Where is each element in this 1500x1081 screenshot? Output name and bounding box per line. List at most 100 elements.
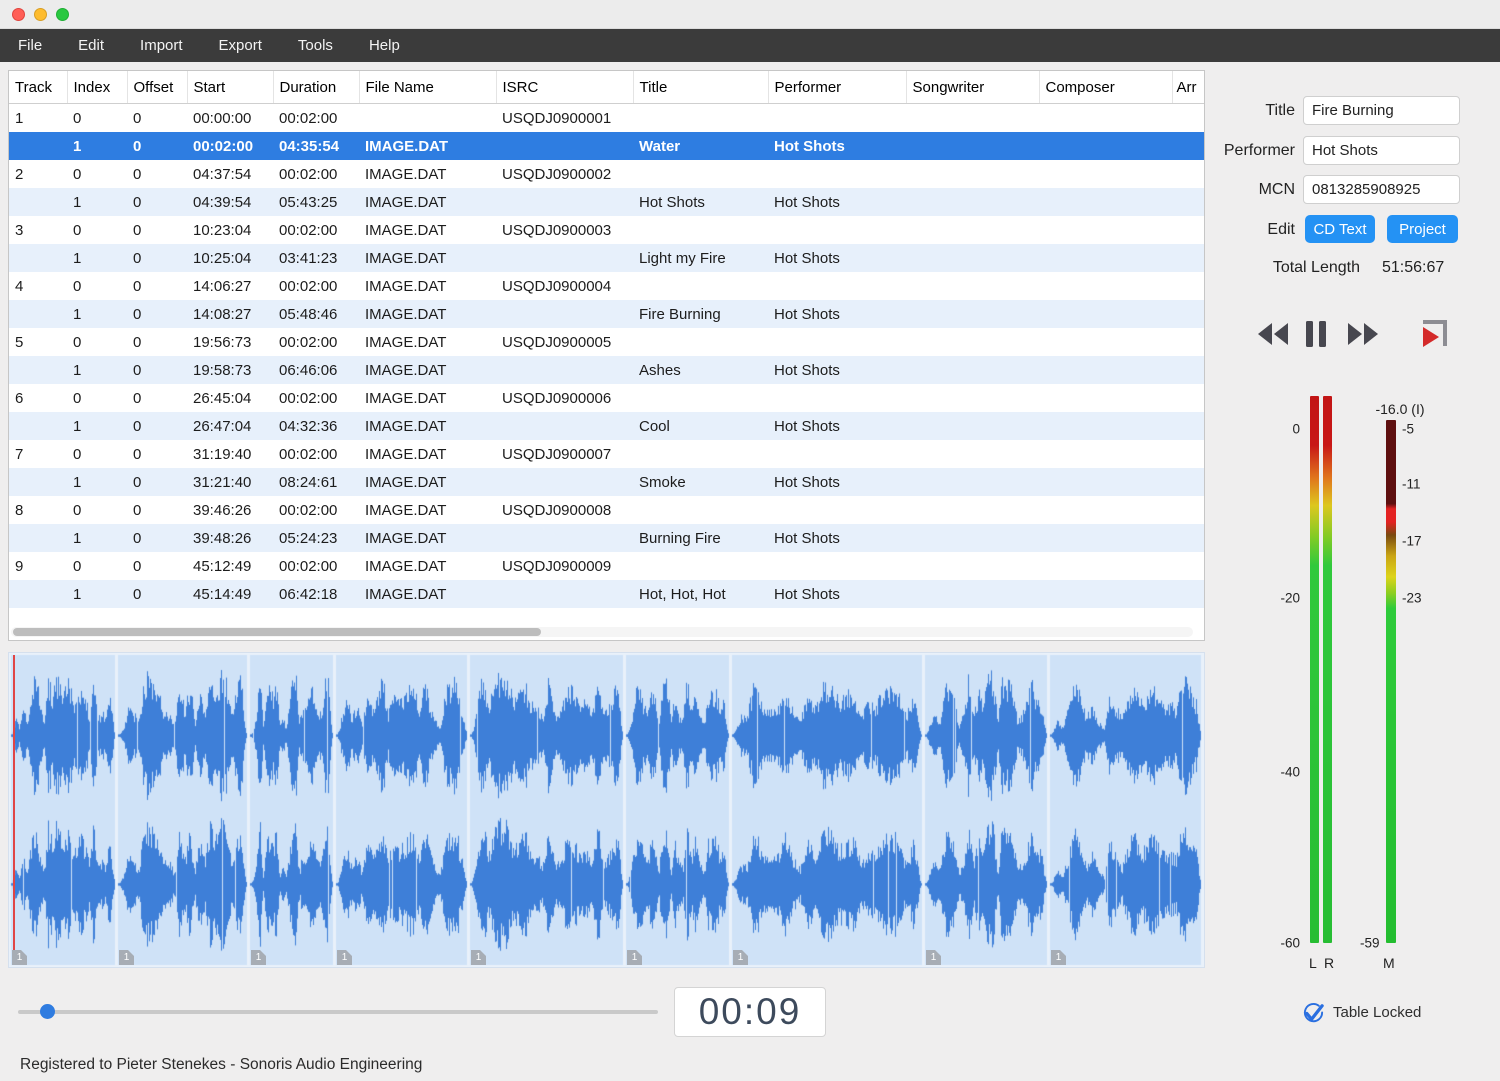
menu-edit[interactable]: Edit (60, 29, 122, 62)
table-locked-control[interactable]: Table Locked (1302, 999, 1421, 1025)
cell-index: 1 (67, 132, 127, 160)
waveform-panel[interactable]: 111111111 (8, 652, 1205, 968)
cell-start: 45:12:49 (187, 552, 273, 580)
table-row[interactable]: 1004:39:5405:43:25IMAGE.DATHot ShotsHot … (9, 188, 1205, 216)
cell-offset: 0 (127, 188, 187, 216)
table-row[interactable]: 1019:58:7306:46:06IMAGE.DATAshesHot Shot… (9, 356, 1205, 384)
table-row[interactable]: 1000:02:0004:35:54IMAGE.DATWaterHot Shot… (9, 132, 1205, 160)
table-hscrollbar[interactable] (11, 627, 1193, 637)
cell-offset: 0 (127, 132, 187, 160)
pause-button[interactable] (1304, 318, 1330, 352)
cell-offset: 0 (127, 328, 187, 356)
minimize-button[interactable] (34, 8, 47, 21)
table-row[interactable]: 1039:48:2605:24:23IMAGE.DATBurning FireH… (9, 524, 1205, 552)
cell-file-name: IMAGE.DAT (359, 328, 496, 356)
table-row[interactable]: 1014:08:2705:48:46IMAGE.DATFire BurningH… (9, 300, 1205, 328)
cell-file-name: IMAGE.DAT (359, 524, 496, 552)
performer-input[interactable] (1303, 136, 1460, 165)
close-button[interactable] (12, 8, 25, 21)
cell-offset: 0 (127, 104, 187, 133)
cell-composer (1039, 524, 1172, 552)
title-input[interactable] (1303, 96, 1460, 125)
track-table: TrackIndexOffsetStartDurationFile NameIS… (8, 70, 1205, 641)
table-row[interactable]: 1031:21:4008:24:61IMAGE.DATSmokeHot Shot… (9, 468, 1205, 496)
menu-help[interactable]: Help (351, 29, 418, 62)
menu-tools[interactable]: Tools (280, 29, 351, 62)
menu-export[interactable]: Export (201, 29, 280, 62)
column-header-composer[interactable]: Composer (1039, 71, 1172, 104)
cell-start: 04:39:54 (187, 188, 273, 216)
column-header-title[interactable]: Title (633, 71, 768, 104)
column-header-isrc[interactable]: ISRC (496, 71, 633, 104)
meter-right-label: R (1324, 955, 1334, 971)
lr-scale-label: -20 (1250, 591, 1300, 606)
seek-slider-track[interactable] (18, 1010, 658, 1014)
cell-index: 1 (67, 468, 127, 496)
cell-performer (768, 160, 906, 188)
meter-mono-label: M (1383, 955, 1395, 971)
table-row[interactable]: 90045:12:4900:02:00IMAGE.DATUSQDJ0900009 (9, 552, 1205, 580)
cell-offset: 0 (127, 552, 187, 580)
cell-title: Smoke (633, 468, 768, 496)
cell-title (633, 104, 768, 133)
column-header-track[interactable]: Track (9, 71, 67, 104)
column-header-file-name[interactable]: File Name (359, 71, 496, 104)
table-row[interactable]: 1026:47:0404:32:36IMAGE.DATCoolHot Shots (9, 412, 1205, 440)
cell-arr (1172, 580, 1205, 608)
cell-title: Water (633, 132, 768, 160)
table-hscrollbar-thumb[interactable] (13, 628, 541, 636)
cell-composer (1039, 300, 1172, 328)
window-controls (12, 8, 69, 21)
cell-composer (1039, 160, 1172, 188)
table-row[interactable]: 30010:23:0400:02:00IMAGE.DATUSQDJ0900003 (9, 216, 1205, 244)
cell-offset: 0 (127, 356, 187, 384)
cell-track: 4 (9, 272, 67, 300)
waveform-canvas[interactable] (9, 653, 1204, 967)
cell-index: 1 (67, 300, 127, 328)
cell-performer: Hot Shots (768, 188, 906, 216)
column-header-index[interactable]: Index (67, 71, 127, 104)
table-row[interactable]: 10000:00:0000:02:00USQDJ0900001 (9, 104, 1205, 133)
total-length-value: 51:56:67 (1382, 259, 1444, 277)
cell-songwriter (906, 468, 1039, 496)
cell-isrc (496, 412, 633, 440)
cell-index: 1 (67, 244, 127, 272)
cell-track: 3 (9, 216, 67, 244)
menu-file[interactable]: File (0, 29, 60, 62)
seek-slider-thumb[interactable] (40, 1004, 55, 1019)
menu-import[interactable]: Import (122, 29, 201, 62)
cell-arr (1172, 552, 1205, 580)
cd-text-button[interactable]: CD Text (1305, 215, 1375, 243)
play-from-marker-button[interactable] (1410, 318, 1452, 352)
project-button[interactable]: Project (1387, 215, 1458, 243)
statusbar: Registered to Pieter Stenekes - Sonoris … (0, 1048, 1500, 1081)
column-header-offset[interactable]: Offset (127, 71, 187, 104)
cell-performer (768, 384, 906, 412)
table-row[interactable]: 1010:25:0403:41:23IMAGE.DATLight my Fire… (9, 244, 1205, 272)
zoom-button[interactable] (56, 8, 69, 21)
table-row[interactable]: 20004:37:5400:02:00IMAGE.DATUSQDJ0900002 (9, 160, 1205, 188)
cell-isrc (496, 244, 633, 272)
cell-composer (1039, 328, 1172, 356)
column-header-start[interactable]: Start (187, 71, 273, 104)
cell-title (633, 440, 768, 468)
table-row[interactable]: 80039:46:2600:02:00IMAGE.DATUSQDJ0900008 (9, 496, 1205, 524)
cell-track: 6 (9, 384, 67, 412)
column-header-duration[interactable]: Duration (273, 71, 359, 104)
fast-forward-button[interactable] (1346, 318, 1380, 352)
rewind-icon (1256, 321, 1290, 347)
column-header-performer[interactable]: Performer (768, 71, 906, 104)
table-row[interactable]: 50019:56:7300:02:00IMAGE.DATUSQDJ0900005 (9, 328, 1205, 356)
cell-track: 2 (9, 160, 67, 188)
table-row[interactable]: 1045:14:4906:42:18IMAGE.DATHot, Hot, Hot… (9, 580, 1205, 608)
mcn-input[interactable] (1303, 175, 1460, 204)
table-row[interactable]: 60026:45:0400:02:00IMAGE.DATUSQDJ0900006 (9, 384, 1205, 412)
table-row[interactable]: 70031:19:4000:02:00IMAGE.DATUSQDJ0900007 (9, 440, 1205, 468)
table-row[interactable]: 40014:06:2700:02:00IMAGE.DATUSQDJ0900004 (9, 272, 1205, 300)
rewind-button[interactable] (1256, 318, 1290, 352)
cell-songwriter (906, 160, 1039, 188)
column-header-songwriter[interactable]: Songwriter (906, 71, 1039, 104)
playhead-cursor (13, 655, 15, 965)
table-header-row: TrackIndexOffsetStartDurationFile NameIS… (9, 71, 1205, 104)
cell-composer (1039, 552, 1172, 580)
